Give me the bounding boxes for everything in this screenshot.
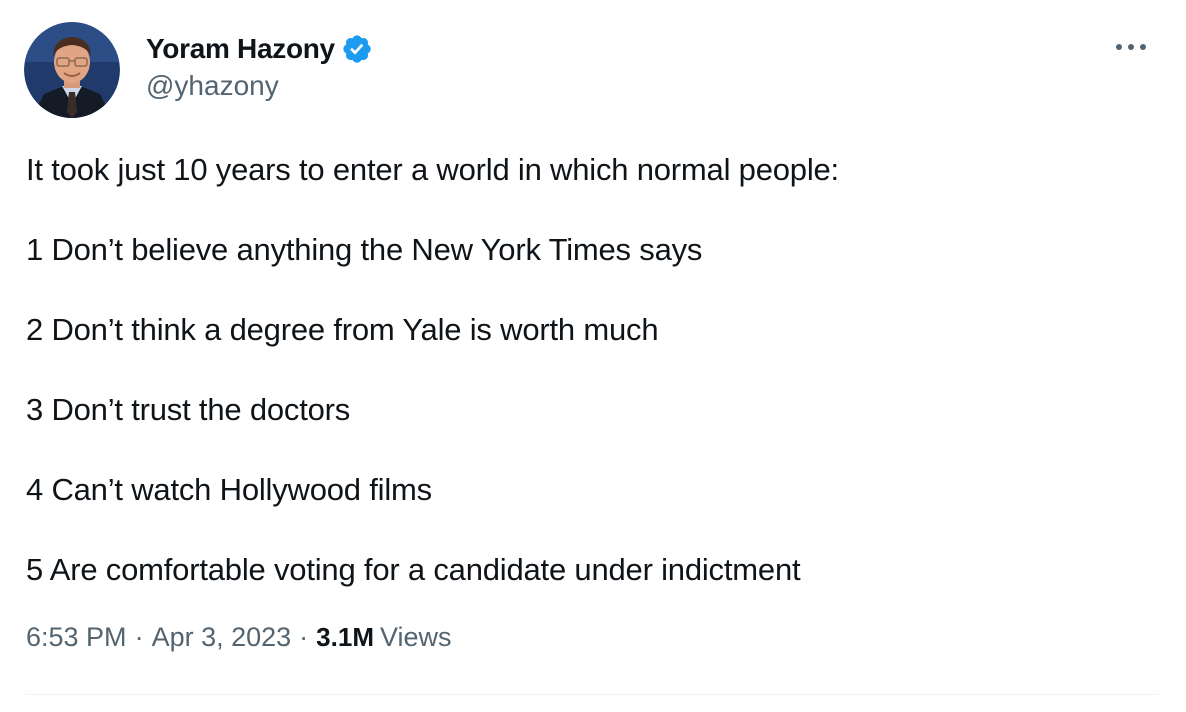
tweet-text-intro: It took just 10 years to enter a world i… xyxy=(26,152,839,187)
tweet-date[interactable]: Apr 3, 2023 xyxy=(152,622,292,653)
views-label[interactable]: Views xyxy=(380,622,452,653)
tweet-text-item-5: 5 Are comfortable voting for a candidate… xyxy=(26,552,801,587)
author-display-name[interactable]: Yoram Hazony xyxy=(146,33,335,65)
meta-separator: · xyxy=(299,622,309,652)
tweet-text-item-4: 4 Can’t watch Hollywood films xyxy=(26,472,432,507)
more-options-icon[interactable] xyxy=(1116,32,1146,62)
tweet-text-item-3: 3 Don’t trust the doctors xyxy=(26,392,351,427)
author-name-row: Yoram Hazony xyxy=(146,30,373,68)
avatar[interactable] xyxy=(24,22,120,118)
tweet-time[interactable]: 6:53 PM xyxy=(26,622,127,653)
divider xyxy=(26,694,1158,695)
verified-badge-icon[interactable] xyxy=(341,33,373,65)
meta-separator: · xyxy=(134,622,144,652)
tweet-meta: 6:53 PM · Apr 3, 2023 · 3.1M Views xyxy=(26,622,452,653)
views-count[interactable]: 3.1M xyxy=(316,622,374,653)
tweet-text-item-2: 2 Don’t think a degree from Yale is wort… xyxy=(26,312,659,347)
tweet-card: Yoram Hazony @yhazony It took just 10 ye… xyxy=(0,0,1186,712)
author-handle[interactable]: @yhazony xyxy=(146,70,279,102)
tweet-text-item-1: 1 Don’t believe anything the New York Ti… xyxy=(26,232,703,267)
avatar-image xyxy=(24,22,120,118)
